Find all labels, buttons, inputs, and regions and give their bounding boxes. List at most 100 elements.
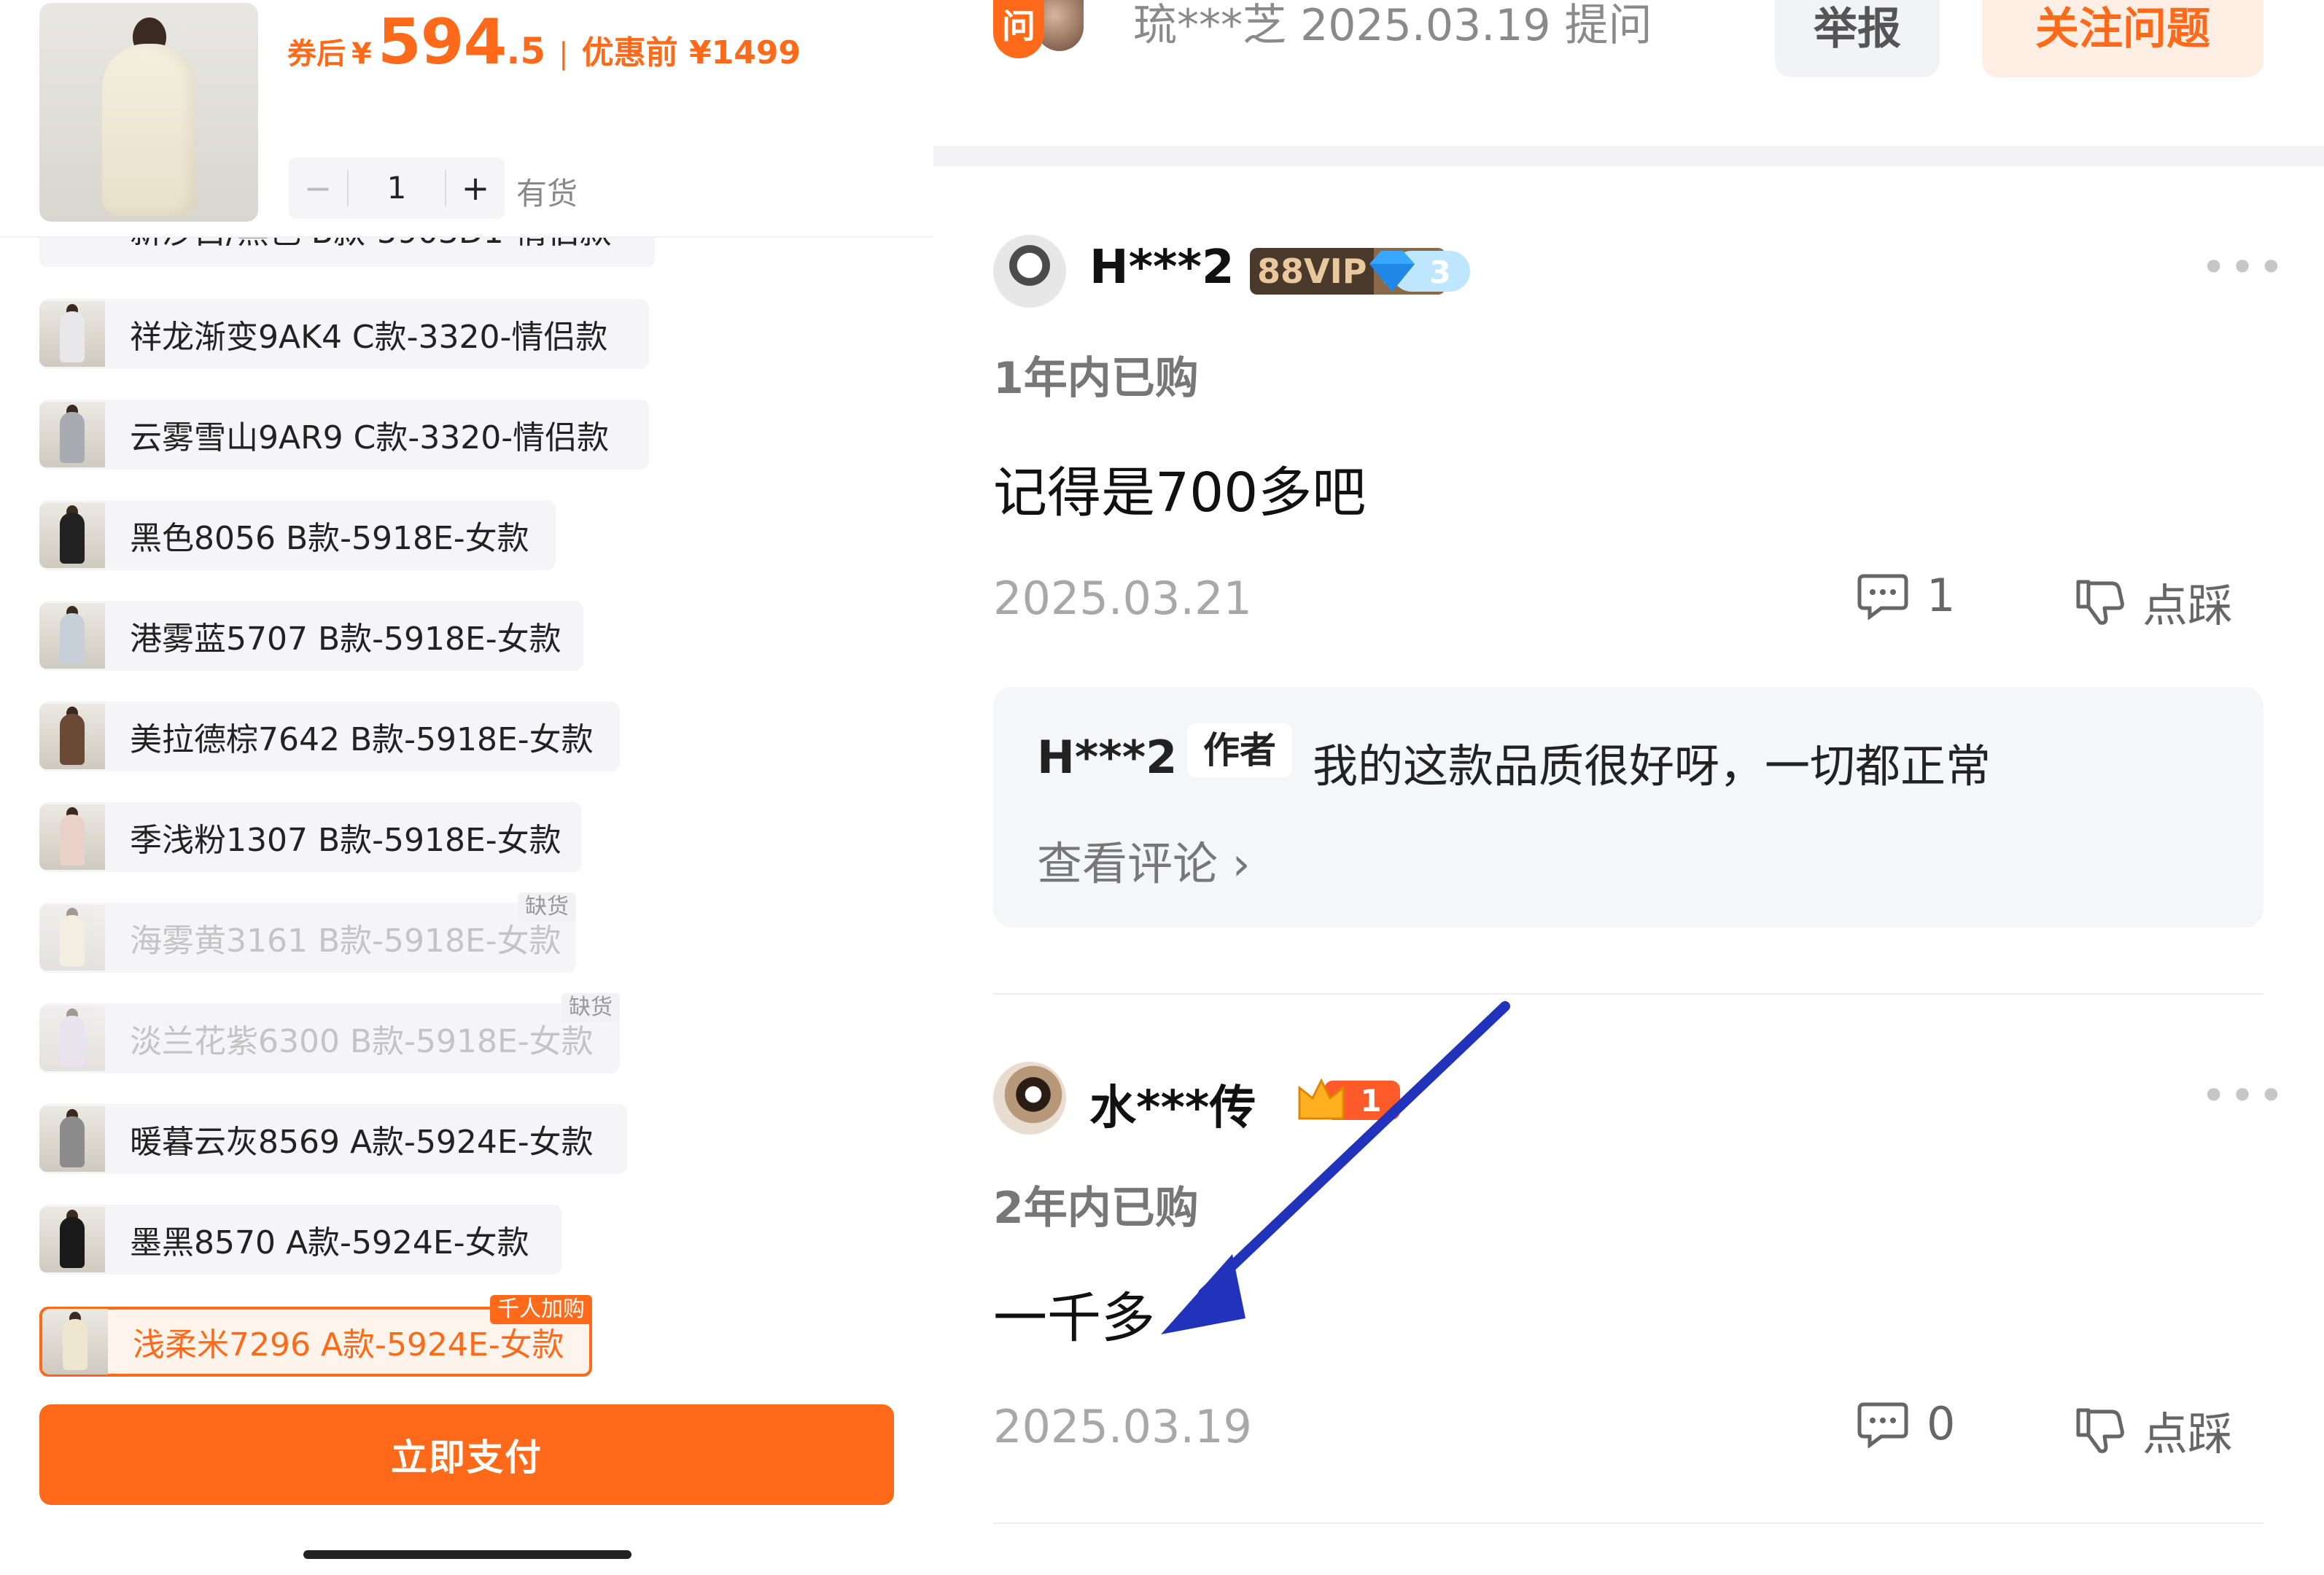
more-options-icon[interactable]: ••• (2201, 242, 2287, 293)
answer-separator (993, 993, 2263, 995)
author-tag: 作者 (1187, 723, 1292, 777)
purchase-status: 1年内已购 (993, 353, 1199, 404)
dislike-label: 点踩 (2142, 579, 2234, 632)
price-integer: 594 (377, 6, 508, 79)
coat-shape (60, 714, 85, 765)
quantity-input[interactable]: 1 (347, 170, 446, 206)
username[interactable]: H***2 (1089, 241, 1235, 295)
purchase-status: 2年内已购 (993, 1183, 1199, 1234)
coat-shape (60, 915, 85, 966)
report-button[interactable]: 举报 (1775, 0, 1940, 77)
product-thumbnail[interactable] (39, 3, 258, 222)
variant-label: 墨黑8570 A款-5924E-女款 (130, 1224, 529, 1261)
variant-option[interactable]: 美拉德棕7642 B款-5918E-女款 (39, 701, 620, 771)
coat-shape (60, 311, 85, 362)
variant-option-selected[interactable]: 浅柔米7296 A款-5924E-女款 千人加购 (39, 1295, 592, 1377)
popular-badge: 千人加购 (490, 1295, 592, 1324)
increment-button[interactable]: + (446, 168, 505, 208)
answer-text: 一千多 (993, 1287, 1155, 1350)
coat-shape (60, 1116, 85, 1167)
variant-label: 淡兰花紫6300 B款-5918E-女款 (130, 1023, 594, 1060)
pay-now-button[interactable]: 立即支付 (39, 1404, 894, 1505)
variant-option[interactable]: 黑色8056 B款-5918E-女款 (39, 500, 556, 570)
quantity-stepper: − 1 + (289, 158, 505, 219)
dislike-action[interactable]: 点踩 (2074, 569, 2233, 634)
reply-text: 我的这款品质很好呀，一切都正常 (1313, 739, 1991, 793)
diamond-level-badge: 3 (1369, 251, 1470, 292)
user-avatar[interactable] (993, 1062, 1066, 1135)
out-of-stock-badge: 缺货 (518, 892, 576, 922)
answer-text: 记得是700多吧 (993, 462, 1367, 524)
answer-date: 2025.03.19 (993, 1400, 1252, 1453)
dislike-action[interactable]: 点踩 (2074, 1397, 2233, 1463)
decrement-button[interactable]: − (289, 168, 347, 208)
variant-option[interactable]: 季浅粉1307 B款-5918E-女款 (39, 802, 582, 872)
qa-panel: 问 琉***芝 2025.03.19 提问 举报 关注问题 H***2 88VI… (933, 0, 2324, 1575)
variant-option[interactable]: 海雾黄3161 B款-5918E-女款 缺货 (39, 892, 576, 973)
coat-shape (63, 1319, 88, 1370)
variant-option[interactable]: 墨黑8570 A款-5924E-女款 (39, 1205, 561, 1275)
coat-shape (60, 1217, 85, 1268)
variant-option[interactable]: 港雾蓝5707 B款-5918E-女款 (39, 601, 583, 671)
coat-shape (60, 814, 85, 866)
question-header: 问 琉***芝 2025.03.19 提问 举报 关注问题 (933, 0, 2324, 146)
variant-thumbnail (39, 603, 105, 669)
variant-thumbnail (39, 1106, 105, 1172)
variant-label: 海雾黄3161 B款-5918E-女款 (130, 922, 561, 960)
variant-thumbnail (39, 905, 105, 971)
variant-label: 港雾蓝5707 B款-5918E-女款 (130, 621, 561, 658)
variant-label: 云雾雪山9AR9 C款-3320-情侣款 (130, 419, 610, 456)
level-number: 1 (1360, 1083, 1381, 1119)
comment-action[interactable]: 0 (1857, 1397, 1955, 1450)
variant-thumbnail (39, 502, 105, 568)
view-comments-link[interactable]: 查看评论 › (1037, 827, 1251, 892)
level-number: 3 (1429, 254, 1450, 290)
coat-shape (102, 44, 197, 216)
stock-status: 有货 (516, 176, 578, 211)
variant-thumbnail (39, 1006, 105, 1071)
variant-label: 季浅粉1307 B款-5918E-女款 (130, 822, 561, 859)
question-badge: 问 (993, 0, 1044, 58)
original-price: 优惠前 ¥1499 (581, 34, 801, 71)
section-divider (933, 146, 2324, 166)
variant-label: 浅柔米7296 A款-5924E-女款 (133, 1326, 564, 1364)
currency-symbol: ¥ (351, 37, 372, 71)
username[interactable]: 水***传 (1089, 1070, 1256, 1138)
price-line: 券后 ¥ 594 .5 | 优惠前 ¥1499 (287, 6, 801, 79)
more-options-icon[interactable]: ••• (2201, 1070, 2287, 1121)
coupon-label: 券后 (287, 37, 346, 71)
variant-option[interactable]: 淡兰花紫6300 B款-5918E-女款 缺货 (39, 993, 620, 1073)
out-of-stock-badge: 缺货 (561, 993, 620, 1022)
user-avatar[interactable] (993, 235, 1066, 308)
thumbs-down-icon (2076, 1408, 2124, 1453)
price-decimal: .5 (506, 30, 546, 72)
author-reply-box[interactable]: H***2 作者 我的这款品质很好呀，一切都正常 查看评论 › (993, 687, 2263, 928)
variant-thumbnail (39, 1207, 105, 1272)
comment-count: 1 (1927, 569, 1956, 622)
product-summary-header: 券后 ¥ 594 .5 | 优惠前 ¥1499 − 1 + 有货 (0, 0, 933, 238)
comment-action[interactable]: 1 (1857, 569, 1955, 622)
variant-thumbnail (39, 301, 105, 367)
crown-level-badge: 1 (1298, 1078, 1400, 1120)
thumbs-down-icon (2076, 580, 2124, 625)
reply-username: H***2 (1037, 731, 1178, 784)
follow-question-button[interactable]: 关注问题 (1982, 0, 2263, 77)
coat-shape (60, 513, 85, 564)
variant-label: 祥龙渐变9AK4 C款-3320-情侣款 (130, 319, 608, 356)
variant-thumbnail (42, 1309, 108, 1374)
variant-thumbnail (39, 804, 105, 870)
variant-option[interactable]: 暖暮云灰8569 A款-5924E-女款 (39, 1104, 627, 1174)
coat-shape (60, 1016, 85, 1067)
comment-icon (1857, 1402, 1908, 1448)
screen-root: 新沙白/黑色 B款-5903D1-情侣款 券后 ¥ 594 .5 | 优惠前 ¥… (0, 0, 2324, 1575)
answer-date: 2025.03.21 (993, 572, 1252, 625)
coat-shape (60, 412, 85, 463)
variant-thumbnail (39, 402, 105, 467)
answer-separator (993, 1522, 2263, 1524)
comment-icon (1857, 574, 1908, 620)
comment-count: 0 (1927, 1397, 1956, 1450)
variant-label: 暖暮云灰8569 A款-5924E-女款 (130, 1124, 594, 1161)
variant-option[interactable]: 云雾雪山9AR9 C款-3320-情侣款 (39, 400, 649, 470)
variant-option[interactable]: 祥龙渐变9AK4 C款-3320-情侣款 (39, 299, 649, 369)
coat-shape (60, 613, 85, 664)
